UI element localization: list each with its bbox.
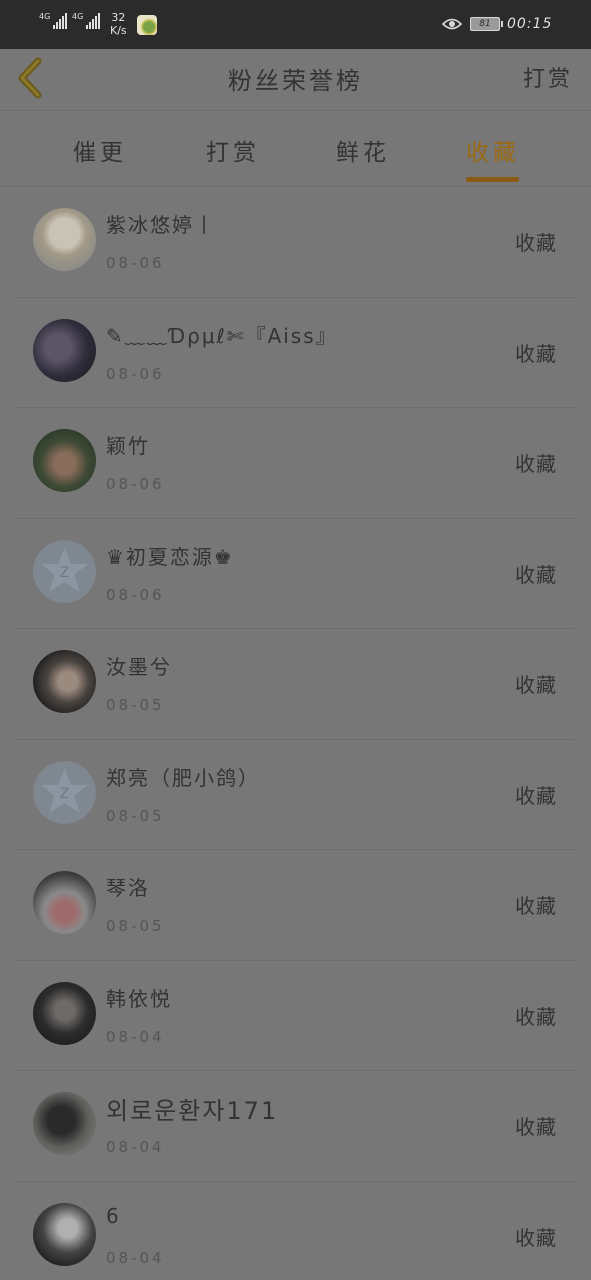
avatar[interactable]: [33, 429, 96, 492]
fan-name: 郑亮（肥小鸽）: [106, 765, 260, 790]
fan-name: 6: [106, 1203, 121, 1228]
page-title: 粉丝荣誉榜: [228, 67, 363, 95]
tab-reward[interactable]: 打赏: [206, 133, 260, 167]
avatar[interactable]: [33, 981, 96, 1045]
status-bar: 4G 4G 32 K/s 81 00:15: [0, 0, 591, 49]
network-type-label: 4G: [39, 12, 51, 21]
network-speed: 32 K/s: [110, 11, 127, 37]
default-star-avatar-icon[interactable]: Z: [33, 760, 96, 824]
avatar[interactable]: [33, 1092, 96, 1155]
fan-action-label: 收藏: [515, 673, 557, 697]
avatar[interactable]: [33, 650, 96, 713]
fan-name: 颖竹: [106, 434, 150, 458]
fan-action-label: 收藏: [515, 341, 557, 366]
tab-bar: 催更 打赏 鲜花 收藏: [0, 111, 591, 187]
fan-date: 08-06: [106, 364, 165, 383]
fan-name: 汝墨兮: [106, 655, 172, 679]
tab-flowers[interactable]: 鲜花: [336, 133, 390, 167]
fan-date: 08-05: [106, 806, 165, 825]
clock: 00:15: [507, 16, 553, 32]
active-tab-indicator: [466, 177, 519, 182]
fan-name: 외로운환자171: [106, 1097, 279, 1125]
list-item[interactable]: 紫冰悠婷丨 08-06 收藏: [0, 187, 591, 298]
signal-icon: 4G: [39, 12, 68, 29]
network-speed-unit: K/s: [110, 24, 127, 37]
list-item[interactable]: 汝墨兮 08-05 收藏: [0, 629, 591, 740]
default-star-avatar-icon[interactable]: Z: [33, 539, 96, 603]
list-item[interactable]: 韩依悦 08-04 收藏: [0, 961, 591, 1071]
fan-action-label: 收藏: [515, 1225, 557, 1250]
avatar[interactable]: [33, 208, 96, 271]
fan-action-label: 收藏: [515, 783, 557, 808]
avatar[interactable]: [33, 871, 96, 934]
network-type-label: 4G: [72, 12, 84, 21]
eye-comfort-icon: [442, 18, 462, 30]
fan-name: 琴洛: [106, 876, 150, 900]
fan-action-label: 收藏: [515, 894, 557, 918]
fan-action-label: 收藏: [515, 1004, 557, 1029]
fan-date: 08-06: [106, 475, 165, 493]
list-item[interactable]: 6 08-04 收藏: [0, 1182, 591, 1280]
fan-date: 08-05: [106, 917, 165, 935]
app-notification-icon: [137, 15, 157, 35]
fan-action-label: 收藏: [515, 562, 557, 587]
fan-list: 紫冰悠婷丨 08-06 收藏 ✎﹏﹏Ɗρμℓ✄『Aiss』 08-06 收藏 颖…: [0, 187, 591, 1280]
fan-date: 08-04: [106, 1138, 165, 1156]
fan-action-label: 收藏: [515, 1115, 557, 1139]
fan-action-label: 收藏: [515, 231, 557, 255]
list-item[interactable]: 颖竹 08-06 收藏: [0, 408, 591, 519]
fan-date: 08-05: [106, 696, 165, 714]
fan-name: 紫冰悠婷丨: [106, 213, 216, 237]
signal-icon: 4G: [72, 12, 101, 29]
reward-button[interactable]: 打赏: [523, 61, 573, 93]
fan-name: 韩依悦: [106, 986, 172, 1011]
battery-level: 81: [479, 19, 491, 29]
fan-date: 08-04: [106, 1027, 165, 1046]
nav-bar: 粉丝荣誉榜 打赏: [0, 49, 591, 111]
fan-action-label: 收藏: [515, 452, 557, 476]
list-item[interactable]: Z 郑亮（肥小鸽） 08-05 收藏: [0, 740, 591, 850]
avatar[interactable]: [33, 1202, 96, 1266]
tab-urge[interactable]: 催更: [73, 133, 127, 167]
fan-date: 08-06: [106, 254, 165, 272]
fan-date: 08-06: [106, 585, 165, 604]
network-speed-value: 32: [111, 11, 126, 24]
list-item[interactable]: Z ♛初夏恋源♚ 08-06 收藏: [0, 519, 591, 629]
tab-favorites[interactable]: 收藏: [466, 133, 520, 167]
svg-text:Z: Z: [60, 565, 70, 581]
fan-name: ♛初夏恋源♚: [106, 544, 234, 569]
battery-icon: 81: [470, 17, 503, 31]
fan-name: ✎﹏﹏Ɗρμℓ✄『Aiss』: [106, 323, 338, 348]
avatar[interactable]: [33, 318, 96, 382]
list-item[interactable]: 외로운환자171 08-04 收藏: [0, 1071, 591, 1182]
list-item[interactable]: ✎﹏﹏Ɗρμℓ✄『Aiss』 08-06 收藏: [0, 298, 591, 408]
fan-date: 08-04: [106, 1248, 165, 1267]
list-item[interactable]: 琴洛 08-05 收藏: [0, 850, 591, 961]
svg-text:Z: Z: [60, 786, 70, 802]
